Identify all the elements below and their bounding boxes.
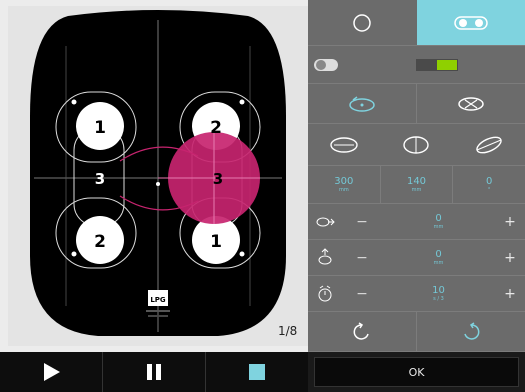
circle-icon: [353, 13, 371, 32]
ok-bar: OK: [308, 352, 525, 392]
height-value: 140 mm: [381, 166, 454, 203]
speed-stepper: − 10 s / 3 +: [308, 276, 525, 312]
width-value: 300 mm: [308, 166, 381, 203]
play-button[interactable]: [0, 352, 103, 392]
angle-shape-button[interactable]: [453, 124, 525, 165]
movement-mode-row: [308, 84, 525, 124]
play-icon: [44, 363, 60, 381]
preview-panel: 1 2 3 2 3 1 LPG 1/8: [0, 0, 308, 392]
rotate-ccw-icon: [353, 321, 369, 340]
rotate-ccw-button[interactable]: [308, 312, 417, 351]
toggle-switch[interactable]: [416, 59, 458, 71]
oval-move-button[interactable]: [308, 84, 417, 123]
zone-label: 1: [210, 232, 222, 252]
vertical-shift-icon: [318, 247, 332, 264]
transport-bar: [0, 352, 308, 392]
oval-move-icon: [349, 95, 375, 112]
zone-label: 1: [94, 118, 106, 138]
height-shape-button[interactable]: [380, 124, 452, 165]
height-icon: [403, 135, 430, 154]
zone-label: 3: [213, 170, 223, 188]
option-toggle-row: [308, 46, 525, 84]
cross-move-icon: [458, 96, 484, 111]
logo-text: LPG: [150, 296, 166, 304]
vertical-offset-stepper: − 0 mm +: [308, 240, 525, 276]
stop-button[interactable]: [206, 352, 308, 392]
rotate-cw-icon: [464, 321, 480, 340]
settings-panel: 300 mm 140 mm 0 ° − 0 mm + − 0 mm + − 10…: [308, 0, 525, 392]
pause-icon: [147, 364, 161, 380]
treatment-map: 1 2 3 2 3 1 LPG: [30, 10, 286, 336]
width-icon: [330, 136, 358, 153]
width-shape-button[interactable]: [308, 124, 380, 165]
rotation-direction-row: [308, 312, 525, 352]
shape-icons-row: [308, 124, 525, 166]
ok-button[interactable]: OK: [314, 357, 519, 387]
toggle-knob: [437, 60, 457, 70]
cross-move-button[interactable]: [417, 84, 525, 123]
increment-button[interactable]: +: [495, 214, 525, 230]
roller-icon: [314, 59, 338, 71]
timer-icon: [318, 285, 332, 301]
dual-roller-icon: [454, 15, 488, 30]
rotate-cw-button[interactable]: [417, 312, 525, 351]
increment-button[interactable]: +: [495, 250, 525, 266]
page-counter: 1/8: [278, 324, 298, 338]
stop-icon: [249, 364, 265, 380]
treatment-stage: 1 2 3 2 3 1 LPG 1/8: [8, 6, 308, 346]
horizontal-shift-icon: [316, 217, 335, 226]
decrement-button[interactable]: −: [342, 250, 382, 266]
single-head-mode[interactable]: [308, 0, 417, 45]
dual-head-mode[interactable]: [416, 0, 525, 45]
pause-button[interactable]: [103, 352, 206, 392]
zone-label: 2: [94, 232, 106, 252]
angle-value: 0 °: [485, 176, 493, 193]
angle-icon: [476, 136, 502, 153]
shape-values-row: 300 mm 140 mm 0 °: [308, 166, 525, 204]
zone-label: 2: [210, 118, 222, 138]
decrement-button[interactable]: −: [342, 286, 382, 302]
decrement-button[interactable]: −: [342, 214, 382, 230]
increment-button[interactable]: +: [495, 286, 525, 302]
zone-label: 3: [95, 170, 105, 188]
horizontal-offset-stepper: − 0 mm +: [308, 204, 525, 240]
mode-switch: [308, 0, 525, 46]
